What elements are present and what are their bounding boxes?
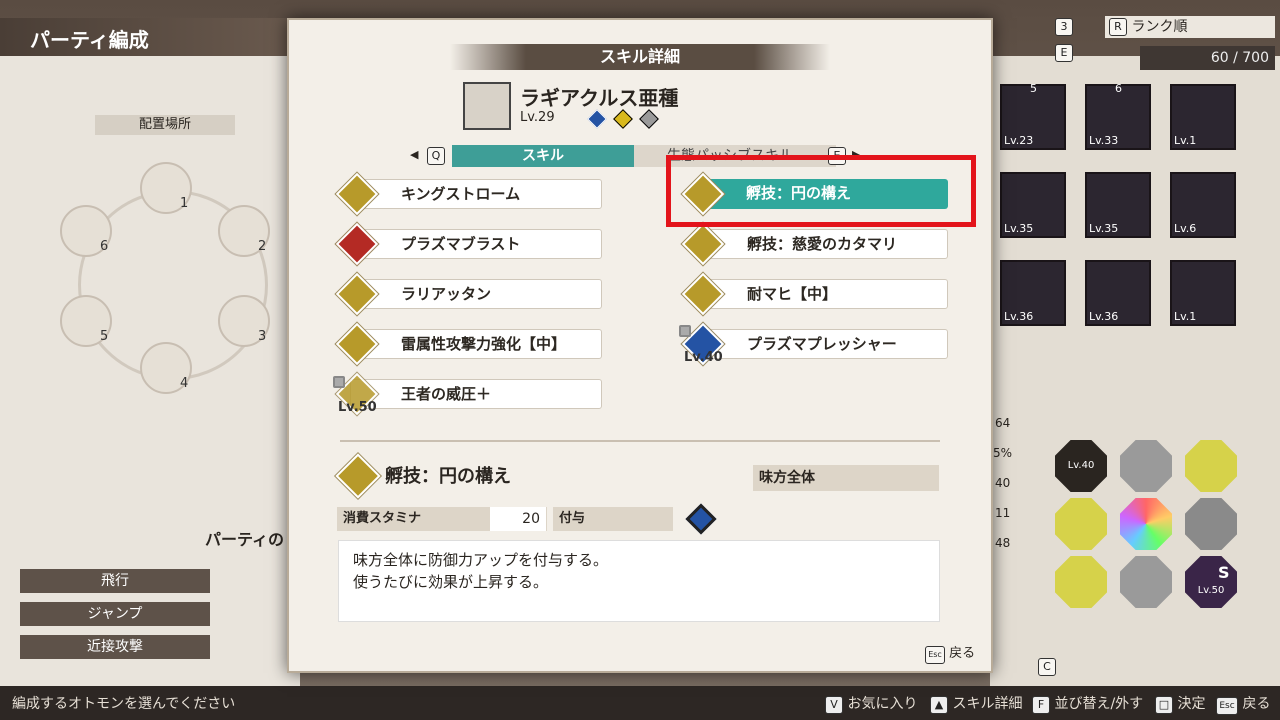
grid-cell (1055, 556, 1107, 608)
grid-rank: S (1218, 563, 1230, 582)
skill-item[interactable]: 耐マヒ【中】 (696, 279, 948, 309)
grant-label: 付与 (553, 507, 673, 531)
control-confirm[interactable]: □ 決定 (1155, 693, 1205, 714)
detail-target: 味方全体 (753, 465, 939, 491)
grid-cell (1120, 556, 1172, 608)
skill-item[interactable]: ラリアッタン (350, 279, 602, 309)
party-slot-1[interactable]: 1 (140, 162, 192, 214)
modal-title: スキル詳細 (450, 44, 830, 70)
lock-icon (679, 325, 691, 337)
tab-prev-arrow-icon[interactable]: ◀ (410, 148, 418, 161)
monster-card[interactable]: Lv.36 (1085, 260, 1151, 326)
control-favorite[interactable]: V お気に入り (825, 693, 917, 714)
grid-center (1120, 498, 1172, 550)
monster-level: Lv.29 (520, 110, 555, 125)
placement-label: 配置場所 (95, 115, 235, 135)
stat-value: 11 (995, 506, 1011, 520)
skill-item-locked[interactable]: 王者の威圧＋ (350, 379, 602, 409)
monster-card[interactable]: Lv.35 (1000, 172, 1066, 238)
monster-card[interactable]: 5 Lv.23 (1000, 82, 1066, 150)
monster-card[interactable]: Lv.1 (1170, 84, 1236, 150)
stat-value: 48 (995, 536, 1011, 550)
key-3: 3 (1055, 18, 1073, 36)
action-fly: 飛行 (20, 569, 210, 593)
grid-cell (1185, 498, 1237, 550)
stat-value: 5% (993, 446, 1013, 460)
party-slot-5[interactable]: 5 (60, 295, 112, 347)
grid-cell (1120, 440, 1172, 492)
bottom-hint: 編成するオトモンを選んでください (12, 696, 236, 712)
skill-item-locked[interactable]: プラズマプレッシャー (696, 329, 948, 359)
tab-skills[interactable]: スキル (452, 145, 634, 167)
party-slot-6[interactable]: 6 (60, 205, 112, 257)
skill-item[interactable]: キングストローム (350, 179, 602, 209)
stat-value: 64 (995, 416, 1011, 430)
grid-cell: Lv.40 (1055, 440, 1107, 492)
sort-order[interactable]: R ランク順 (1105, 16, 1275, 38)
monster-card[interactable]: Lv.36 (1000, 260, 1066, 326)
party-slot-2[interactable]: 2 (218, 205, 270, 257)
grid-cell (1055, 498, 1107, 550)
page-title: パーティ編成 (0, 18, 290, 56)
monster-card[interactable]: Lv.6 (1170, 172, 1236, 238)
bottom-bar: 編成するオトモンを選んでください V お気に入り ▲ スキル詳細 F 並び替え/… (0, 686, 1280, 720)
monster-card[interactable]: Lv.1 (1170, 260, 1236, 326)
skill-item[interactable]: 雷属性攻撃力強化【中】 (350, 329, 602, 359)
stat-value: 40 (995, 476, 1011, 490)
key-c: C (1038, 658, 1056, 676)
back-button[interactable]: Esc 戻る (925, 642, 975, 664)
skill-item[interactable]: プラズマブラスト (350, 229, 602, 259)
unlock-level: Lv.40 (684, 350, 723, 365)
box-count: 60 / 700 (1140, 46, 1275, 70)
key-e: E (1055, 44, 1073, 62)
control-skill-detail[interactable]: ▲ スキル詳細 (930, 693, 1022, 714)
monster-card[interactable]: Lv.35 (1085, 172, 1151, 238)
party-slot-4[interactable]: 4 (140, 342, 192, 394)
highlight-box (666, 155, 976, 227)
monster-card[interactable]: 6 Lv.33 (1085, 82, 1151, 150)
action-melee: 近接攻撃 (20, 635, 210, 659)
grid-cell (1185, 440, 1237, 492)
detail-skill-name: 孵技：円の構え (385, 466, 511, 487)
monster-name: ラギアクルス亜種 (520, 86, 679, 110)
action-jump: ジャンプ (20, 602, 210, 626)
party-slot-3[interactable]: 3 (218, 295, 270, 347)
control-sort[interactable]: F 並び替え/外す (1032, 693, 1143, 714)
skill-item[interactable]: 孵技：慈愛のカタマリ (696, 229, 948, 259)
unlock-level: Lv.50 (338, 400, 377, 415)
skill-description: 味方全体に防御力アップを付与する。 使うたびに効果が上昇する。 (338, 540, 940, 622)
stamina-value: 20 (490, 507, 546, 531)
party-label: パーティの (205, 530, 285, 549)
divider (340, 440, 940, 442)
lock-icon (333, 376, 345, 388)
key-q: Q (427, 147, 445, 165)
bingo-grid: Lv.40 Lv.50 S (1050, 420, 1260, 630)
monster-portrait (463, 82, 511, 130)
control-back[interactable]: Esc 戻る (1216, 693, 1270, 715)
